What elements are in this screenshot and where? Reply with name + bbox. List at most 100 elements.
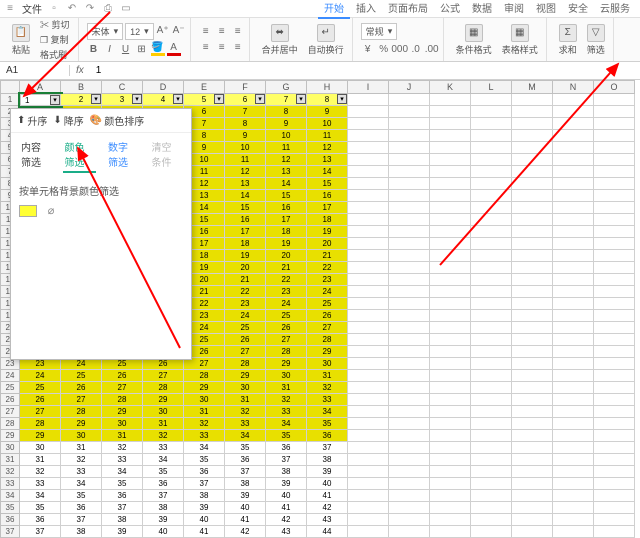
cell[interactable]: 17 [266, 214, 307, 226]
cell[interactable] [348, 418, 389, 430]
cell[interactable]: 11 [225, 154, 266, 166]
cell[interactable] [389, 130, 430, 142]
sort-color-button[interactable]: 🎨 颜色排序 [90, 113, 144, 128]
cell[interactable] [348, 406, 389, 418]
filter-button[interactable]: ▽筛选 [583, 22, 609, 58]
cell[interactable]: 35 [143, 466, 184, 478]
cell[interactable]: 31 [143, 418, 184, 430]
increase-font-icon[interactable]: A⁺ [156, 23, 170, 37]
cell[interactable] [389, 370, 430, 382]
cell[interactable] [594, 418, 635, 430]
cell[interactable]: 28 [143, 382, 184, 394]
cell[interactable] [348, 250, 389, 262]
dec-inc-icon[interactable]: .0 [409, 42, 423, 56]
cell[interactable] [553, 514, 594, 526]
cell[interactable] [553, 466, 594, 478]
cell[interactable]: 35 [225, 442, 266, 454]
cell[interactable] [348, 154, 389, 166]
cell[interactable] [430, 106, 471, 118]
cell[interactable] [430, 118, 471, 130]
cell[interactable] [389, 106, 430, 118]
filter-tab-content[interactable]: 内容筛选 [19, 137, 53, 173]
cell[interactable] [471, 94, 512, 106]
cell[interactable] [389, 442, 430, 454]
filter-dropdown-icon[interactable]: ▾ [173, 94, 183, 104]
cell[interactable] [512, 406, 553, 418]
cell[interactable]: 27 [225, 346, 266, 358]
cell[interactable] [553, 118, 594, 130]
cell[interactable]: 41 [225, 514, 266, 526]
cell[interactable] [471, 154, 512, 166]
cell[interactable] [553, 406, 594, 418]
cell[interactable]: 15 [225, 202, 266, 214]
cell[interactable] [389, 430, 430, 442]
cell[interactable] [389, 382, 430, 394]
cell[interactable] [430, 226, 471, 238]
cell[interactable] [512, 202, 553, 214]
cell[interactable]: 12 [266, 154, 307, 166]
cell[interactable] [594, 190, 635, 202]
cell[interactable] [430, 178, 471, 190]
cell[interactable] [512, 190, 553, 202]
cell[interactable] [471, 310, 512, 322]
menu-tab-7[interactable]: 安全 [562, 0, 594, 19]
cell[interactable] [594, 370, 635, 382]
cell[interactable]: 38 [61, 526, 102, 538]
cell[interactable]: 28 [184, 370, 225, 382]
cell[interactable] [594, 130, 635, 142]
italic-icon[interactable]: I [103, 42, 117, 56]
cell[interactable]: 27 [266, 334, 307, 346]
cell[interactable]: 28 [307, 334, 348, 346]
cell[interactable] [348, 370, 389, 382]
col-header-F[interactable]: F [225, 80, 266, 94]
cell[interactable]: 39 [102, 526, 143, 538]
cell[interactable]: 24 [266, 298, 307, 310]
cell[interactable] [348, 106, 389, 118]
undo-icon[interactable]: ↶ [66, 3, 78, 15]
cell[interactable] [471, 466, 512, 478]
copy-button[interactable]: ❐ 复制 [40, 33, 69, 46]
cell[interactable] [389, 394, 430, 406]
cell[interactable] [553, 262, 594, 274]
cell[interactable] [594, 514, 635, 526]
cell[interactable]: 23 [307, 274, 348, 286]
cell[interactable] [553, 106, 594, 118]
cell[interactable]: 25 [225, 322, 266, 334]
dec-dec-icon[interactable]: .00 [425, 42, 439, 56]
cell[interactable] [348, 478, 389, 490]
cell[interactable] [553, 250, 594, 262]
cell[interactable] [471, 142, 512, 154]
table-style-button[interactable]: ▦表格样式 [498, 22, 542, 58]
cell[interactable]: 10 [307, 118, 348, 130]
cell[interactable] [553, 502, 594, 514]
col-header-A[interactable]: A [20, 80, 61, 94]
cell[interactable] [471, 166, 512, 178]
cell[interactable] [553, 454, 594, 466]
cell[interactable] [389, 94, 430, 106]
cell[interactable]: 27 [102, 382, 143, 394]
cell[interactable] [512, 166, 553, 178]
cell[interactable]: 28 [61, 406, 102, 418]
cell[interactable] [348, 298, 389, 310]
cell[interactable]: 33 [225, 418, 266, 430]
cell[interactable]: 30 [225, 382, 266, 394]
cell[interactable] [594, 394, 635, 406]
cell[interactable]: 9 [266, 118, 307, 130]
cell[interactable]: 23 [225, 298, 266, 310]
cell[interactable] [553, 178, 594, 190]
align-center-icon[interactable]: ≡ [215, 41, 229, 55]
cell[interactable] [512, 178, 553, 190]
cell[interactable]: 26 [266, 322, 307, 334]
menu-tab-3[interactable]: 公式 [434, 0, 466, 19]
cell[interactable]: 35 [184, 454, 225, 466]
cell[interactable] [348, 274, 389, 286]
cell[interactable] [348, 430, 389, 442]
cell[interactable]: 39 [184, 502, 225, 514]
cell[interactable]: 30 [20, 442, 61, 454]
sort-asc-button[interactable]: ⬆ 升序 [17, 113, 47, 128]
align-right-icon[interactable]: ≡ [231, 41, 245, 55]
menu-tab-0[interactable]: 开始 [318, 0, 350, 19]
cell[interactable]: 41 [184, 526, 225, 538]
cell[interactable]: 42 [307, 502, 348, 514]
cell[interactable] [512, 454, 553, 466]
